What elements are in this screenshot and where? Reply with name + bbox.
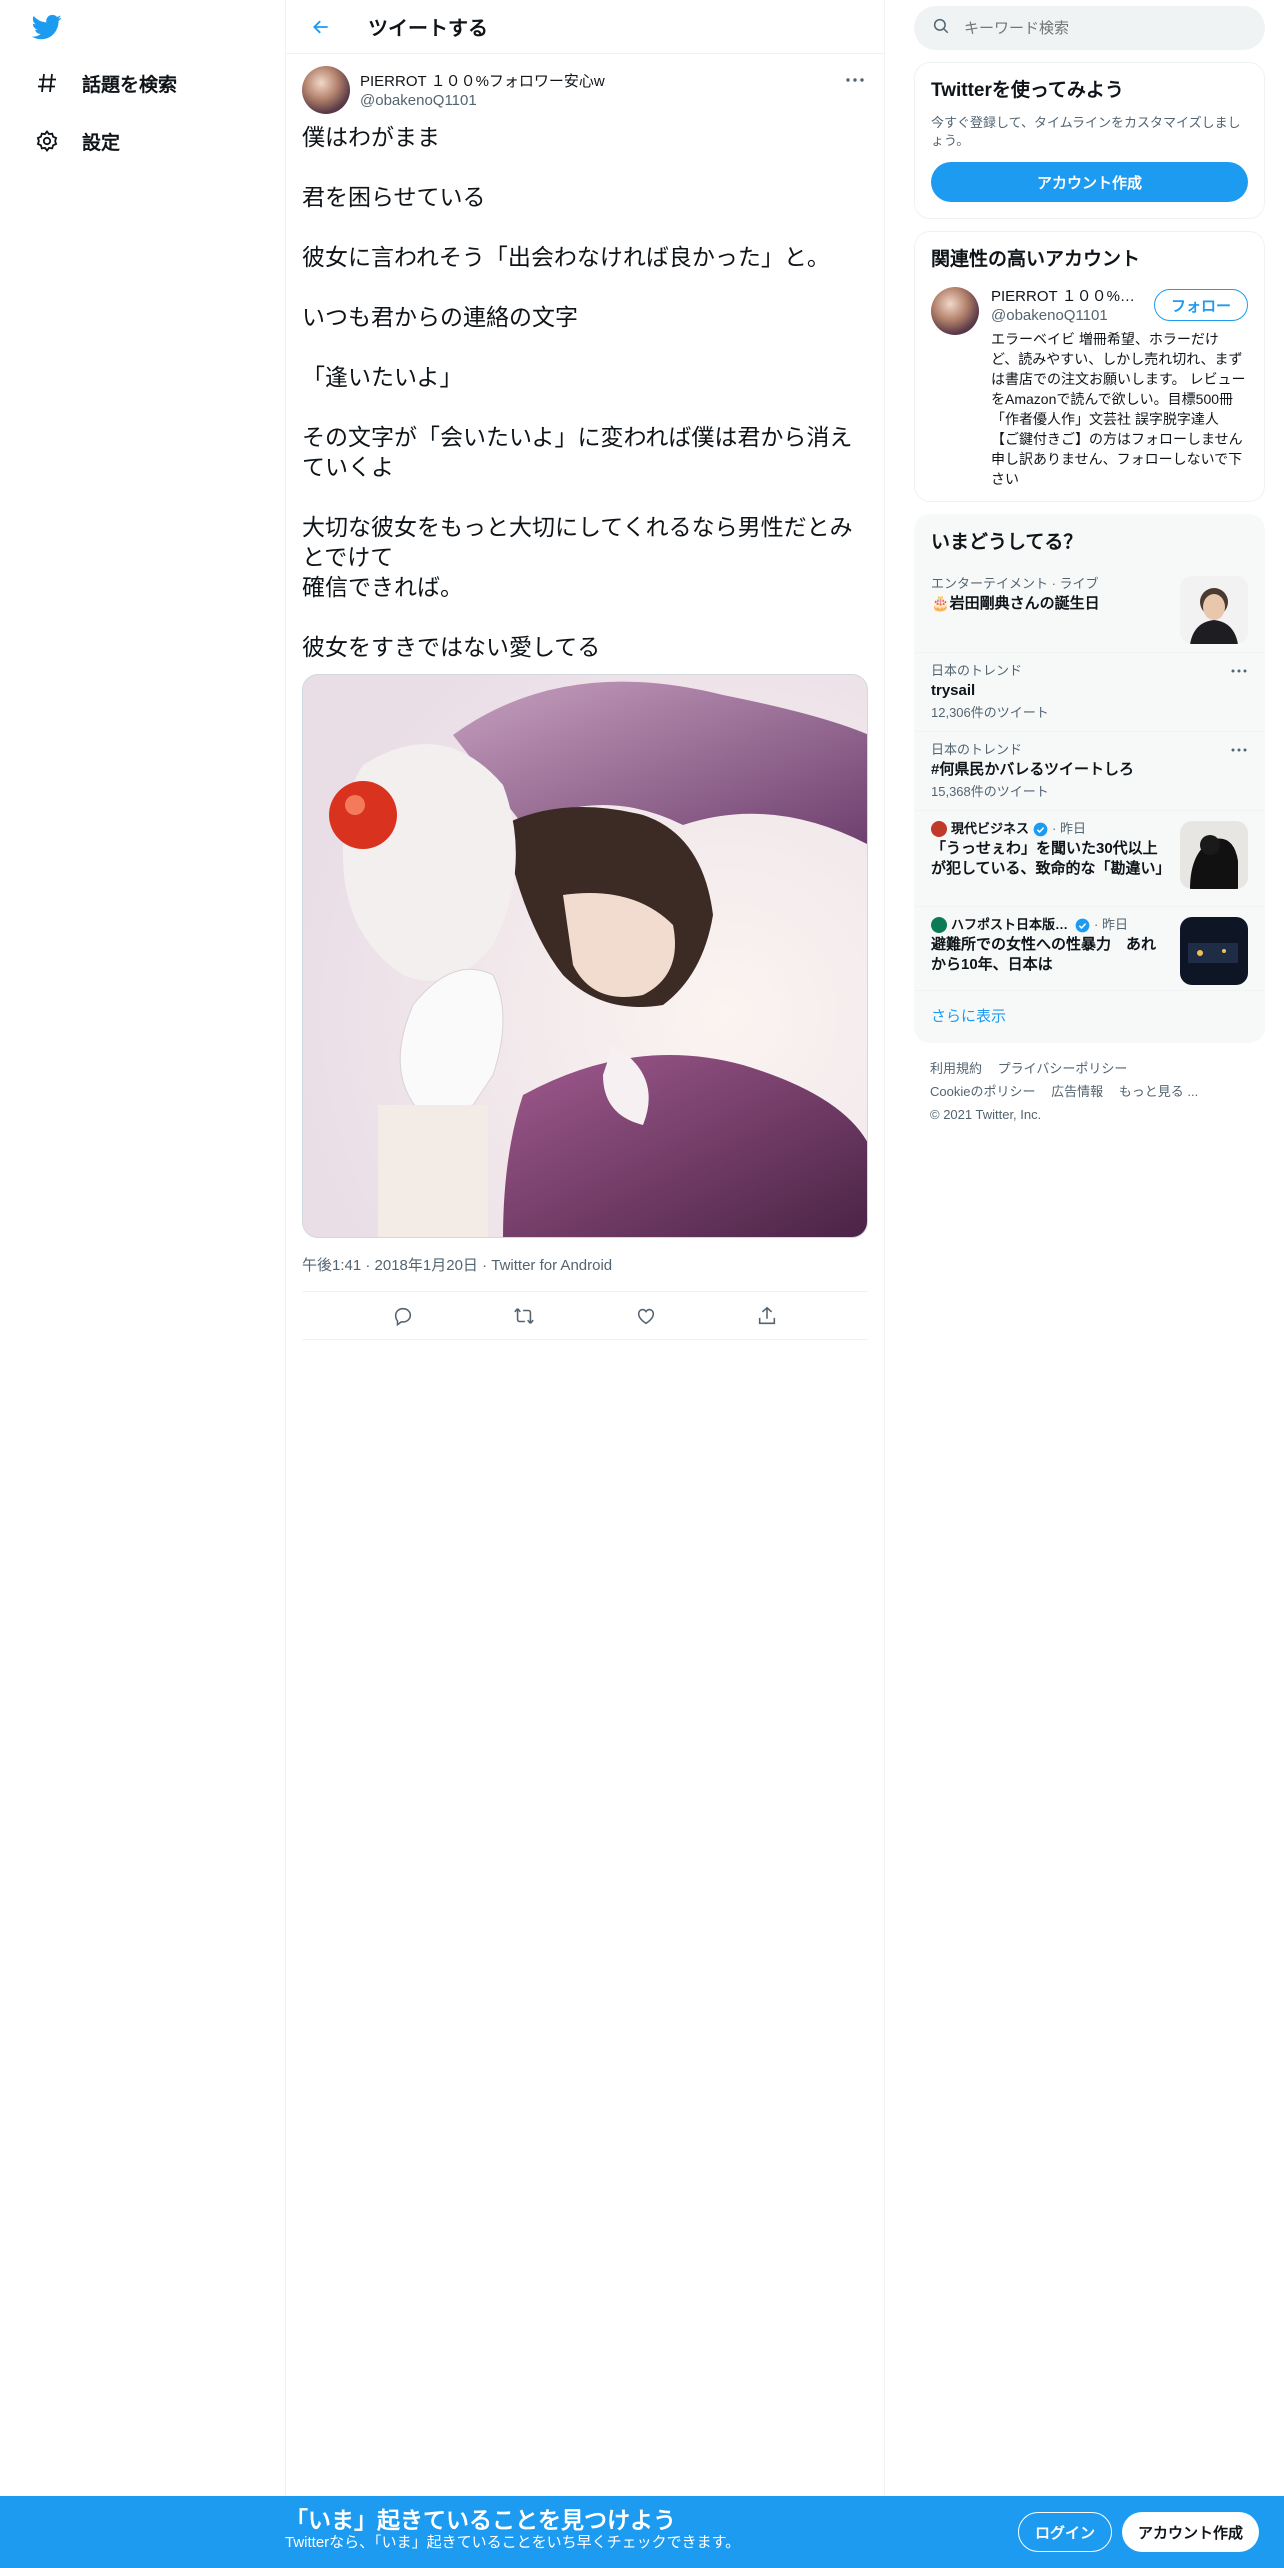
share-icon[interactable] xyxy=(749,1298,785,1334)
tweet-author: PIERROT １００%フォロワー安心w @obakenoQ1101 xyxy=(302,66,868,122)
left-nav: 話題を検索 設定 xyxy=(0,0,285,2496)
news-source-line: ハフポスト日本版 / 会話... · 昨日 xyxy=(931,917,1167,933)
trends-card: いまどうしてる？ エンターテイメント · ライブ 🎂岩田剛典さんの誕生日 日本の… xyxy=(914,514,1265,1043)
show-more-link[interactable]: さらに表示 xyxy=(915,990,1264,1042)
trend-count: 15,368件のツイート xyxy=(931,784,1049,799)
news-item[interactable]: 現代ビジネス · 昨日 「うっせぇわ」を聞いた30代以上が犯している、致命的な「… xyxy=(915,810,1264,906)
trend-title: trysail xyxy=(931,682,976,699)
nav-explore-label: 話題を検索 xyxy=(82,74,178,96)
more-options-icon[interactable] xyxy=(1228,663,1250,679)
tweet-image[interactable] xyxy=(302,674,868,1238)
tweet-paragraph: 僕はわがまま xyxy=(302,124,440,150)
trend-context: 日本のトレンド xyxy=(931,742,1023,757)
back-arrow-icon[interactable] xyxy=(306,12,336,42)
create-account-button[interactable]: アカウント作成 xyxy=(931,162,1248,202)
footer-link-ads[interactable]: 広告情報 xyxy=(1051,1084,1103,1099)
related-accounts-card: 関連性の高いアカウント PIERROT １００%フォロワー安心w @obaken… xyxy=(914,231,1265,502)
verified-badge-icon xyxy=(1033,822,1048,837)
page-title: ツイートする xyxy=(368,18,488,40)
more-options-icon[interactable] xyxy=(1228,742,1250,758)
news-source: ハフポスト日本版 / 会話... xyxy=(951,917,1071,932)
search-icon xyxy=(932,17,950,40)
news-source: 現代ビジネス xyxy=(951,821,1030,836)
trend-context: 日本のトレンド xyxy=(931,663,1023,678)
trends-title: いまどうしてる？ xyxy=(931,532,1083,553)
nav-explore[interactable]: 話題を検索 xyxy=(34,63,177,103)
copyright: © 2021 Twitter, Inc. xyxy=(930,1107,1042,1122)
related-account[interactable]: PIERROT １００%フォロワー安心w @obakenoQ1101 エラーベイ… xyxy=(915,283,1264,501)
source-logo-icon xyxy=(931,821,947,837)
tweet-paragraph: 大切な彼女をもっと大切にしてくれるなら男性だとみとでけて 確信できれば。 xyxy=(302,514,853,600)
related-accounts-title: 関連性の高いアカウント xyxy=(931,249,1141,270)
tweet-paragraph: その文字が「会いたいよ」に変われば僕は君から消えていくよ xyxy=(302,424,853,480)
signup-card: Twitterを使ってみよう 今すぐ登録して、タイムラインをカスタマイズしましょ… xyxy=(914,62,1265,219)
retweet-icon[interactable] xyxy=(506,1298,542,1334)
related-account-bio: エラーベイビ 増冊希望、ホラーだけど、読みやすい、しかし売れ切れ、まずは書店での… xyxy=(991,331,1246,487)
footer-link-terms[interactable]: 利用規約 xyxy=(930,1061,982,1076)
signup-card-subtitle: 今すぐ登録して、タイムラインをカスタマイズしましょう。 xyxy=(931,115,1241,148)
search-box[interactable] xyxy=(914,6,1265,50)
related-account-name[interactable]: PIERROT １００%フォロワー安心w xyxy=(991,287,1141,306)
avatar[interactable] xyxy=(931,287,979,335)
reply-icon[interactable] xyxy=(385,1298,421,1334)
trend-item[interactable]: 日本のトレンド trysail 12,306件のツイート xyxy=(915,652,1264,731)
trend-thumbnail xyxy=(1180,576,1248,644)
footer-link-more[interactable]: もっと見る ... xyxy=(1119,1084,1198,1099)
hashtag-icon xyxy=(34,70,60,96)
twitter-bird-icon[interactable] xyxy=(30,12,64,42)
signup-button[interactable]: アカウント作成 xyxy=(1122,2512,1260,2552)
trend-title: #何県民かバレるツイートしろ xyxy=(931,761,1135,778)
bottom-banner: 「いま」起きていることを見つけよう Twitterなら、「いま」起きていることを… xyxy=(0,2496,1284,2568)
source-logo-icon xyxy=(931,917,947,933)
tweet: PIERROT １００%フォロワー安心w @obakenoQ1101 僕はわがま… xyxy=(286,54,884,1340)
footer-link-privacy[interactable]: プライバシーポリシー xyxy=(998,1061,1128,1076)
tweet-timestamp[interactable]: 午後1:41 · 2018年1月20日 · Twitter for Androi… xyxy=(302,1254,868,1292)
news-time: · 昨日 xyxy=(1094,917,1128,932)
news-thumbnail xyxy=(1180,821,1248,889)
trend-item[interactable]: エンターテイメント · ライブ 🎂岩田剛典さんの誕生日 xyxy=(915,566,1264,652)
verified-badge-icon xyxy=(1075,918,1090,933)
news-item[interactable]: ハフポスト日本版 / 会話... · 昨日 避難所での女性への性暴力 あれから1… xyxy=(915,906,1264,990)
login-button[interactable]: ログイン xyxy=(1018,2512,1113,2552)
news-thumbnail xyxy=(1180,917,1248,985)
tweet-actions xyxy=(302,1292,868,1340)
news-source-line: 現代ビジネス · 昨日 xyxy=(931,821,1167,837)
trend-count: 12,306件のツイート xyxy=(931,705,1049,720)
footer-link-cookies[interactable]: Cookieのポリシー xyxy=(930,1084,1035,1099)
main-column: ツイートする PIERROT １００%フォロワー安心w @obakenoQ110… xyxy=(285,0,885,2496)
tweet-paragraph: 君を困らせている xyxy=(302,184,486,210)
tweet-paragraph: いつも君からの連絡の文字 xyxy=(302,304,578,330)
main-header: ツイートする xyxy=(286,0,884,54)
tweet-text: 僕はわがまま 君を困らせている 彼女に言われそう「出会わなければ良かった」と。 … xyxy=(302,122,868,662)
display-name[interactable]: PIERROT １００%フォロワー安心w xyxy=(360,72,605,91)
banner-title: 「いま」起きていることを見つけよう xyxy=(285,2507,676,2533)
nav-settings-label: 設定 xyxy=(82,132,121,154)
news-time: · 昨日 xyxy=(1052,821,1086,836)
more-options-icon[interactable] xyxy=(842,70,868,90)
trend-item[interactable]: 日本のトレンド #何県民かバレるツイートしろ 15,368件のツイート xyxy=(915,731,1264,810)
like-icon[interactable] xyxy=(628,1298,664,1334)
avatar[interactable] xyxy=(302,66,350,114)
nav-settings[interactable]: 設定 xyxy=(34,121,120,161)
banner-subtitle: Twitterなら、「いま」起きていることをいち早くチェックできます。 xyxy=(285,2534,741,2551)
tweet-paragraph: 彼女に言われそう「出会わなければ良かった」と。 xyxy=(302,244,830,270)
footer: 利用規約 プライバシーポリシー Cookieのポリシー 広告情報 もっと見る .… xyxy=(914,1043,1265,1140)
tweet-paragraph: 「逢いたいよ」 xyxy=(302,364,463,390)
right-sidebar: Twitterを使ってみよう 今すぐ登録して、タイムラインをカスタマイズしましょ… xyxy=(914,0,1265,1140)
gear-icon xyxy=(34,128,60,154)
signup-card-title: Twitterを使ってみよう xyxy=(931,80,1124,101)
news-title: 「うっせぇわ」を聞いた30代以上が犯している、致命的な「勘違い」 xyxy=(931,840,1171,877)
search-input[interactable] xyxy=(964,19,1224,37)
news-title: 避難所での女性への性暴力 あれから10年、日本は xyxy=(931,936,1157,973)
follow-button[interactable]: フォロー xyxy=(1153,289,1248,321)
user-handle[interactable]: @obakenoQ1101 xyxy=(360,91,605,110)
tweet-paragraph: 彼女をすきではない愛してる xyxy=(302,634,601,660)
